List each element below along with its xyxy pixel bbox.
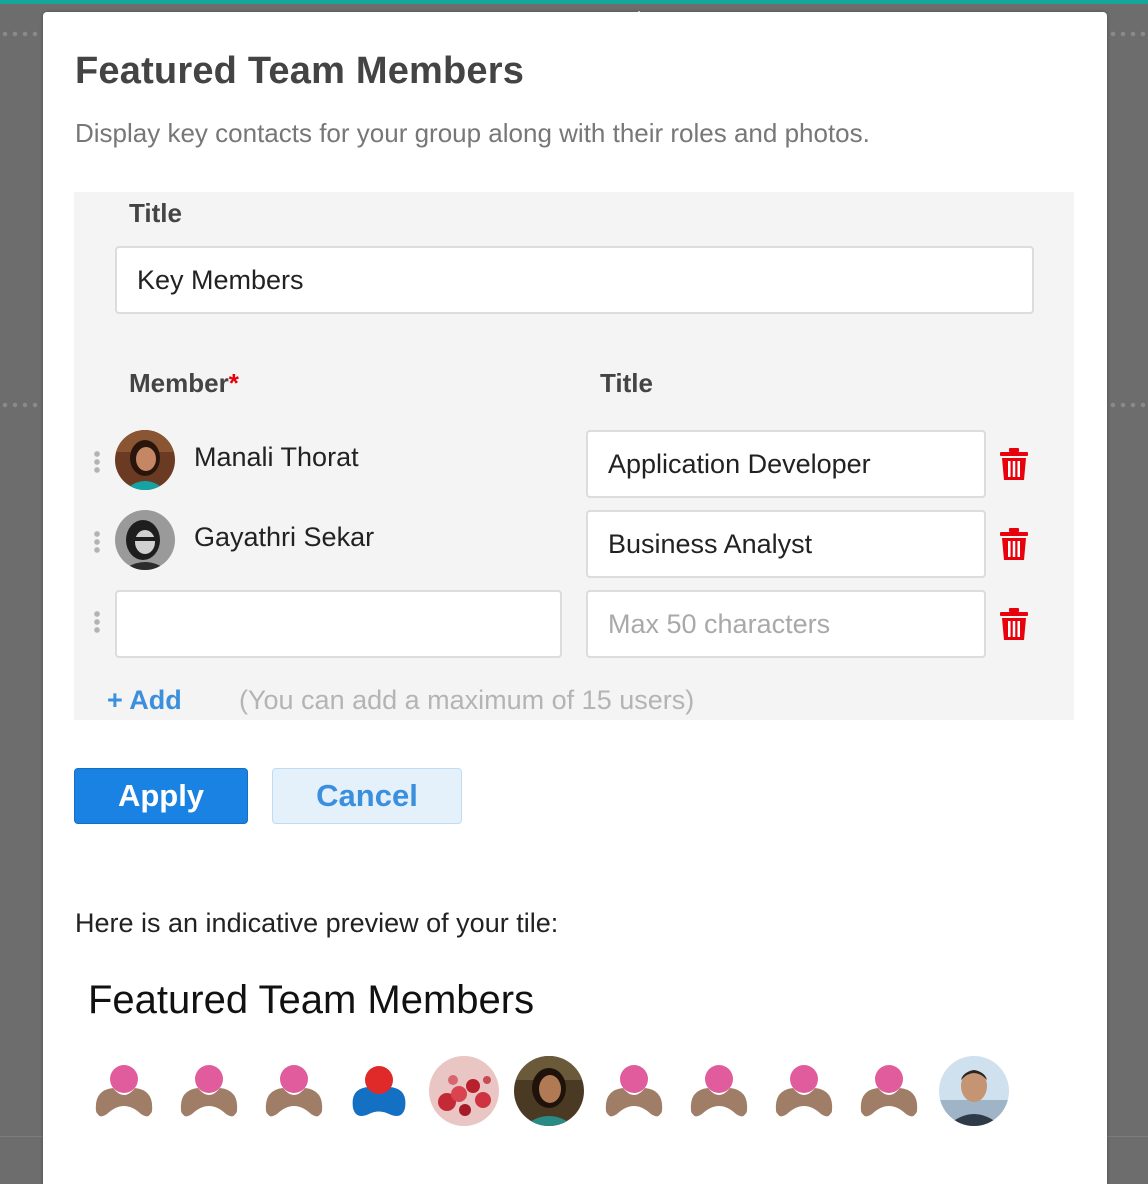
member-name: Manali Thorat xyxy=(194,442,359,472)
background-dotted-divider xyxy=(0,31,42,37)
dialog-pointer-caret xyxy=(625,11,653,27)
delete-member-button[interactable] xyxy=(999,447,1029,481)
form-panel: Title Member* Title Manali Thorat xyxy=(74,192,1074,720)
member-title-input[interactable] xyxy=(586,590,986,658)
member-avatar xyxy=(115,510,175,570)
member-title-input[interactable] xyxy=(586,510,986,578)
preview-tile-title: Featured Team Members xyxy=(88,978,535,1022)
default-avatar-icon xyxy=(684,1056,754,1126)
member-name: Gayathri Sekar xyxy=(194,522,375,552)
default-avatar-icon xyxy=(89,1056,159,1126)
apply-button[interactable]: Apply xyxy=(74,768,248,824)
background-dotted-divider xyxy=(1108,402,1148,408)
tile-title-label: Title xyxy=(129,198,182,228)
drag-handle-icon[interactable] xyxy=(93,450,101,474)
required-marker: * xyxy=(228,368,239,398)
delete-member-button[interactable] xyxy=(999,527,1029,561)
dialog-description: Display key contacts for your group alon… xyxy=(75,118,870,148)
photo-woman xyxy=(514,1056,584,1126)
background-dotted-divider xyxy=(0,402,42,408)
default-avatar-icon xyxy=(599,1056,669,1126)
floral-photo xyxy=(429,1056,499,1126)
blue-avatar-icon xyxy=(344,1056,414,1126)
drag-handle-icon[interactable] xyxy=(93,610,101,634)
preview-avatar-row xyxy=(89,1056,1009,1126)
member-column-label: Member* xyxy=(129,368,239,399)
photo-man xyxy=(939,1056,1009,1126)
background-dotted-divider xyxy=(1108,31,1148,37)
trash-icon xyxy=(1000,448,1028,480)
member-avatar xyxy=(115,430,175,490)
default-avatar-icon xyxy=(854,1056,924,1126)
default-avatar-icon xyxy=(769,1056,839,1126)
top-accent-strip xyxy=(0,0,1148,4)
trash-icon xyxy=(1000,608,1028,640)
drag-handle-icon[interactable] xyxy=(93,530,101,554)
dialog-title: Featured Team Members xyxy=(75,50,525,92)
member-title-input[interactable] xyxy=(586,430,986,498)
default-avatar-icon xyxy=(174,1056,244,1126)
preview-label: Here is an indicative preview of your ti… xyxy=(75,908,559,938)
default-avatar-icon xyxy=(259,1056,329,1126)
add-member-link[interactable]: + Add xyxy=(107,685,182,716)
add-member-limit-note: (You can add a maximum of 15 users) xyxy=(239,685,695,715)
delete-member-button[interactable] xyxy=(999,607,1029,641)
member-column-label-text: Member xyxy=(129,368,229,398)
member-title-column-label: Title xyxy=(600,368,653,398)
member-search-input[interactable] xyxy=(115,590,562,658)
trash-icon xyxy=(1000,528,1028,560)
featured-team-members-dialog: Featured Team Members Display key contac… xyxy=(43,12,1107,1184)
tile-title-input[interactable] xyxy=(115,246,1034,314)
cancel-button[interactable]: Cancel xyxy=(272,768,462,824)
